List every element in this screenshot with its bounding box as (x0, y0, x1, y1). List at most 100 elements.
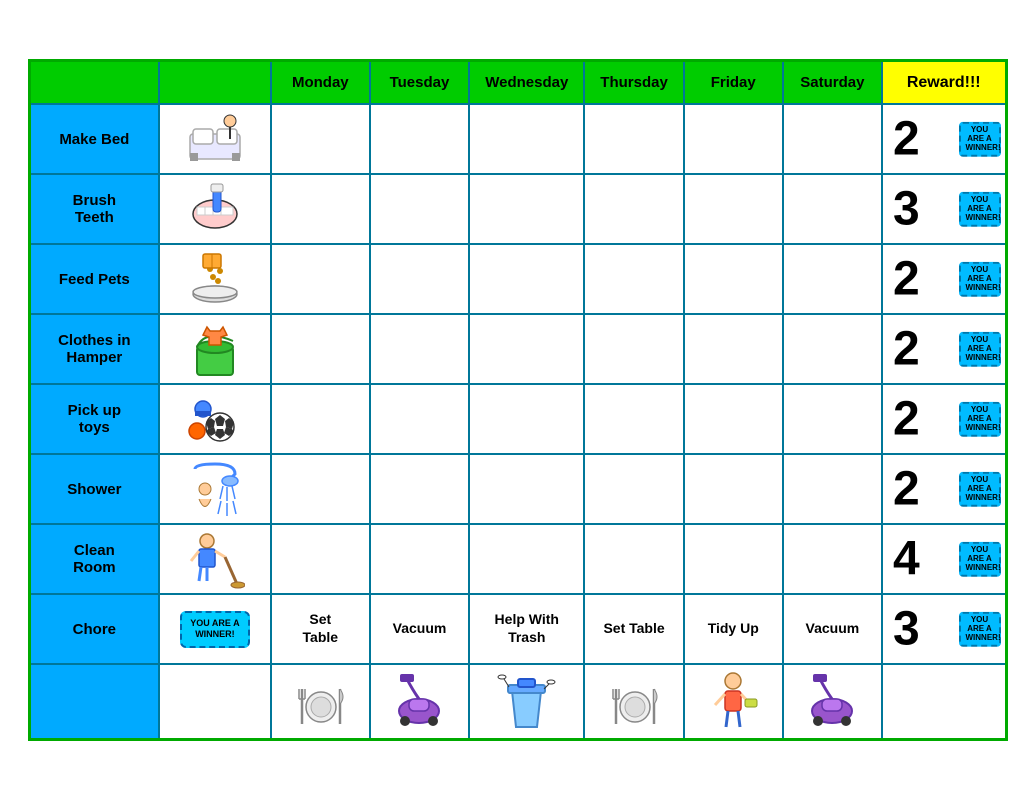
header-tuesday: Tuesday (370, 60, 469, 104)
day-sat-make-bed[interactable] (783, 104, 882, 174)
header-wednesday: Wednesday (469, 60, 584, 104)
day-tue-pick-up-toys[interactable] (370, 384, 469, 454)
reward-pick-up-toys: 2 YOU ARE A WINNER! (882, 384, 1006, 454)
reward-clothes-hamper: 2 YOU ARE A WINNER! (882, 314, 1006, 384)
day-mon-make-bed[interactable] (271, 104, 370, 174)
reward-feed-pets: 2 YOU ARE A WINNER! (882, 244, 1006, 314)
icon-cell-chore: YOU ARE A WINNER! (159, 594, 271, 664)
day-mon-chore: Set Table (271, 594, 370, 664)
bottom-icon-tue (370, 664, 469, 740)
day-fri-pick-up-toys[interactable] (684, 384, 783, 454)
reward-brush-teeth: 3 YOU ARE A WINNER! (882, 174, 1006, 244)
day-wed-chore: Help With Trash (469, 594, 584, 664)
header-monday: Monday (271, 60, 370, 104)
day-mon-shower[interactable] (271, 454, 370, 524)
day-sat-clean-room[interactable] (783, 524, 882, 594)
reward-chore: 3 YOU ARE A WINNER! (882, 594, 1006, 664)
icon-cell-clothes-hamper (159, 314, 271, 384)
day-sat-shower[interactable] (783, 454, 882, 524)
table-row: Brush Teeth (29, 174, 1006, 244)
day-tue-chore: Vacuum (370, 594, 469, 664)
day-thu-make-bed[interactable] (584, 104, 683, 174)
day-thu-shower[interactable] (584, 454, 683, 524)
ticket-chore: YOU ARE A WINNER! (959, 612, 1001, 646)
ticket-make-bed: YOU ARE A WINNER! (959, 122, 1001, 156)
day-sat-feed-pets[interactable] (783, 244, 882, 314)
header-icon-col (159, 60, 271, 104)
reward-make-bed: 2 YOU ARE A WINNER! (882, 104, 1006, 174)
day-wed-clothes-hamper[interactable] (469, 314, 584, 384)
ticket-feed-pets: YOU ARE A WINNER! (959, 262, 1001, 296)
day-wed-make-bed[interactable] (469, 104, 584, 174)
day-tue-clean-room[interactable] (370, 524, 469, 594)
icon-cell-shower (159, 454, 271, 524)
bottom-label (29, 664, 159, 740)
chore-label-brush-teeth: Brush Teeth (29, 174, 159, 244)
table-row: Feed Pets (29, 244, 1006, 314)
reward-clean-room: 4 YOU ARE A WINNER! (882, 524, 1006, 594)
header-saturday: Saturday (783, 60, 882, 104)
bottom-icon-thu (584, 664, 683, 740)
table-row: Pick up toys (29, 384, 1006, 454)
day-fri-clean-room[interactable] (684, 524, 783, 594)
day-sat-brush-teeth[interactable] (783, 174, 882, 244)
day-thu-clothes-hamper[interactable] (584, 314, 683, 384)
chore-chart: Monday Tuesday Wednesday Thursday Friday… (28, 59, 1008, 742)
icon-cell-brush-teeth (159, 174, 271, 244)
day-mon-brush-teeth[interactable] (271, 174, 370, 244)
bottom-icon-placeholder (159, 664, 271, 740)
chore-row: Chore YOU ARE A WINNER! Set Table Vacuum… (29, 594, 1006, 664)
bottom-icon-sat (783, 664, 882, 740)
day-tue-make-bed[interactable] (370, 104, 469, 174)
day-thu-chore: Set Table (584, 594, 683, 664)
day-fri-make-bed[interactable] (684, 104, 783, 174)
day-wed-feed-pets[interactable] (469, 244, 584, 314)
day-wed-clean-room[interactable] (469, 524, 584, 594)
day-mon-pick-up-toys[interactable] (271, 384, 370, 454)
day-sat-clothes-hamper[interactable] (783, 314, 882, 384)
chore-label-feed-pets: Feed Pets (29, 244, 159, 314)
bottom-reward-empty (882, 664, 1006, 740)
day-thu-brush-teeth[interactable] (584, 174, 683, 244)
ticket-clean-room: YOU ARE A WINNER! (959, 542, 1001, 576)
day-thu-pick-up-toys[interactable] (584, 384, 683, 454)
header-row: Monday Tuesday Wednesday Thursday Friday… (29, 60, 1006, 104)
day-wed-pick-up-toys[interactable] (469, 384, 584, 454)
chore-label-shower: Shower (29, 454, 159, 524)
pick-up-toys-icon (185, 389, 245, 449)
header-reward: Reward!!! (882, 60, 1006, 104)
chore-label-chore: Chore (29, 594, 159, 664)
feed-pets-icon (185, 249, 245, 309)
table-row: Clean Room (29, 524, 1006, 594)
day-fri-feed-pets[interactable] (684, 244, 783, 314)
brush-teeth-icon (185, 179, 245, 239)
make-bed-icon (185, 109, 245, 169)
trash-icon-wed (494, 669, 559, 734)
chore-label-pick-up-toys: Pick up toys (29, 384, 159, 454)
chore-label-make-bed: Make Bed (29, 104, 159, 174)
day-sat-chore: Vacuum (783, 594, 882, 664)
day-tue-feed-pets[interactable] (370, 244, 469, 314)
day-mon-feed-pets[interactable] (271, 244, 370, 314)
icon-cell-pick-up-toys (159, 384, 271, 454)
day-fri-chore: Tidy Up (684, 594, 783, 664)
day-tue-shower[interactable] (370, 454, 469, 524)
day-mon-clothes-hamper[interactable] (271, 314, 370, 384)
table-setting-icon-mon (288, 669, 353, 734)
day-sat-pick-up-toys[interactable] (783, 384, 882, 454)
day-tue-brush-teeth[interactable] (370, 174, 469, 244)
bottom-icon-row (29, 664, 1006, 740)
day-thu-feed-pets[interactable] (584, 244, 683, 314)
shower-icon (185, 459, 245, 519)
day-tue-clothes-hamper[interactable] (370, 314, 469, 384)
day-mon-clean-room[interactable] (271, 524, 370, 594)
day-wed-brush-teeth[interactable] (469, 174, 584, 244)
clean-room-icon (185, 529, 245, 589)
day-wed-shower[interactable] (469, 454, 584, 524)
day-thu-clean-room[interactable] (584, 524, 683, 594)
ticket-shower: YOU ARE A WINNER! (959, 472, 1001, 506)
reward-shower: 2 YOU ARE A WINNER! (882, 454, 1006, 524)
day-fri-clothes-hamper[interactable] (684, 314, 783, 384)
day-fri-brush-teeth[interactable] (684, 174, 783, 244)
day-fri-shower[interactable] (684, 454, 783, 524)
